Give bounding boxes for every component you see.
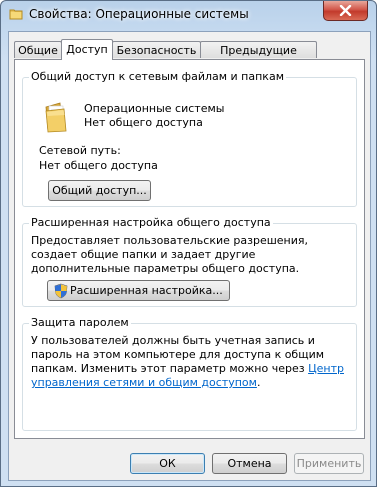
- folder-name: Операционные системы: [84, 102, 225, 115]
- dialog-client: Общие Доступ Безопасность Предыдущие вер…: [8, 31, 371, 481]
- properties-window: Свойства: Операционные системы Общие Дос…: [0, 0, 377, 487]
- cancel-button[interactable]: Отмена: [212, 453, 287, 474]
- tab-general[interactable]: Общие: [14, 41, 62, 58]
- folder-icon: [9, 7, 23, 21]
- network-path-value: Нет общего доступа: [39, 159, 158, 172]
- network-sharing-group-title: Общий доступ к сетевым файлам и папкам: [29, 70, 286, 83]
- apply-button[interactable]: Применить: [294, 453, 364, 474]
- password-protection-group: Защита паролем У пользователей должны бы…: [22, 316, 357, 431]
- title-bar[interactable]: Свойства: Операционные системы: [1, 1, 376, 29]
- folder-icon: [42, 101, 70, 133]
- uac-shield-icon: [54, 283, 68, 305]
- advanced-sharing-description: Предоставляет пользовательские разрешени…: [31, 234, 308, 275]
- tab-sharing[interactable]: Доступ: [61, 39, 113, 60]
- network-sharing-group: Общий доступ к сетевым файлам и папкам О…: [22, 70, 357, 207]
- password-protection-group-title: Защита паролем: [29, 316, 131, 329]
- tab-security[interactable]: Безопасность: [112, 41, 201, 58]
- password-protection-text: У пользователей должны быть учетная запи…: [31, 334, 349, 390]
- network-path-label: Сетевой путь:: [39, 144, 121, 157]
- share-button[interactable]: Общий доступ...: [48, 180, 151, 201]
- window-title: Свойства: Операционные системы: [29, 7, 249, 21]
- advanced-sharing-button[interactable]: Расширенная настройка...: [47, 280, 230, 301]
- tab-previous-versions[interactable]: Предыдущие версии: [200, 41, 317, 74]
- folder-sharing-status: Нет общего доступа: [84, 116, 203, 129]
- password-protection-text-part2: .: [256, 376, 261, 389]
- advanced-sharing-group-title: Расширенная настройка общего доступа: [29, 216, 273, 229]
- close-icon: [339, 5, 352, 16]
- close-button[interactable]: [323, 1, 368, 21]
- ok-button[interactable]: ОК: [130, 453, 205, 474]
- sharing-tab-panel: Общий доступ к сетевым файлам и папкам О…: [14, 59, 365, 439]
- password-protection-text-part1: У пользователей должны быть учетная запи…: [31, 334, 325, 375]
- advanced-sharing-group: Расширенная настройка общего доступа Пре…: [22, 216, 357, 307]
- advanced-sharing-button-label: Расширенная настройка...: [70, 284, 223, 297]
